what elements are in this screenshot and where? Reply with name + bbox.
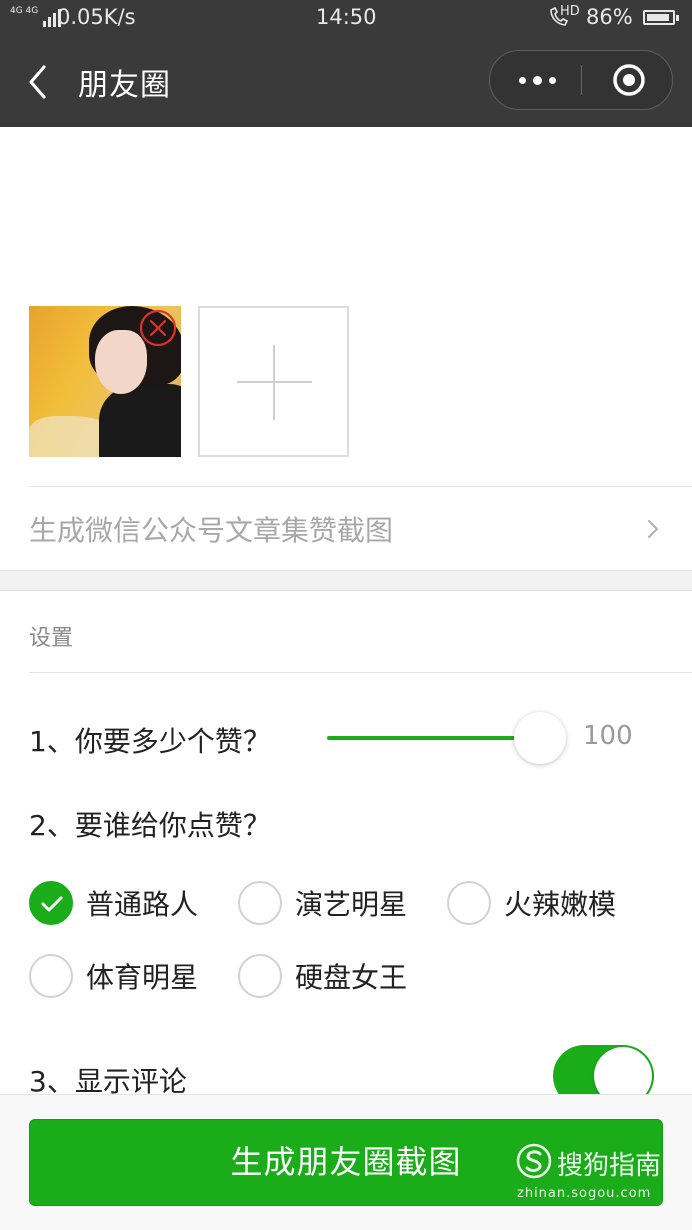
target-icon [613, 64, 645, 96]
likes-value: 100 [583, 721, 633, 751]
section-separator [0, 570, 692, 591]
watermark-brand: 搜狗指南 [557, 1151, 662, 1181]
more-button[interactable] [490, 51, 582, 109]
signal-icon: 4G 4G [10, 6, 62, 27]
page-title: 朋友圈 [78, 68, 171, 103]
close-circle-icon [139, 309, 177, 347]
add-photo-button[interactable] [198, 306, 349, 457]
chevron-right-icon [647, 519, 659, 539]
radio-label: 硬盘女王 [295, 961, 408, 994]
radio-label: 火辣嫩模 [504, 888, 617, 921]
slider-track [327, 736, 541, 740]
capsule-divider [581, 65, 582, 95]
settings-title: 设置 [29, 626, 74, 651]
remove-photo-button[interactable] [139, 309, 177, 347]
back-button[interactable] [24, 62, 54, 102]
radio-circle [29, 881, 73, 925]
radio-circle [447, 881, 491, 925]
photo-thumbnail[interactable] [29, 306, 181, 457]
likes-slider[interactable] [327, 712, 587, 764]
article-screenshot-link[interactable]: 生成微信公众号文章集赞截图 [29, 486, 692, 570]
slider-handle[interactable] [514, 712, 567, 764]
likes-count-label: 1、你要多少个赞？ [29, 725, 271, 758]
battery-percent: 86% [586, 5, 633, 29]
radio-option-passerby[interactable]: 普通路人 [29, 879, 198, 927]
radio-option-model[interactable]: 火辣嫩模 [447, 879, 616, 927]
network-type: 4G 4G [10, 6, 39, 16]
battery-icon [643, 10, 679, 25]
radio-option-celebrity[interactable]: 演艺明星 [238, 879, 407, 927]
radio-circle [238, 954, 282, 998]
nav-bar: 朋友圈 [0, 36, 692, 127]
clock: 14:50 [316, 5, 377, 29]
radio-circle [29, 954, 73, 998]
divider [29, 672, 692, 673]
radio-option-athlete[interactable]: 体育明星 [29, 952, 198, 1000]
article-link-label: 生成微信公众号文章集赞截图 [29, 514, 394, 547]
radio-label: 演艺明星 [295, 888, 408, 921]
sogou-logo-icon [516, 1143, 552, 1179]
radio-label: 普通路人 [86, 888, 199, 921]
watermark-url: zhinan.sogou.com [517, 1186, 652, 1201]
radio-circle [238, 881, 282, 925]
close-miniprogram-button[interactable] [612, 63, 646, 97]
hd-call-icon: HD [548, 4, 580, 32]
mini-program-capsule [489, 50, 673, 110]
hd-label: HD [560, 4, 580, 19]
radio-option-queen[interactable]: 硬盘女王 [238, 952, 407, 1000]
chevron-left-icon [29, 65, 46, 99]
status-bar: 4G 4G 0.05K/s 14:50 HD 86% [0, 0, 692, 36]
check-icon [41, 896, 63, 912]
watermark: 搜狗指南 zhinan.sogou.com [515, 1140, 692, 1210]
liker-type-label: 2、要谁给你点赞？ [29, 809, 271, 842]
network-speed: 0.05K/s [57, 5, 136, 29]
radio-label: 体育明星 [86, 961, 199, 994]
